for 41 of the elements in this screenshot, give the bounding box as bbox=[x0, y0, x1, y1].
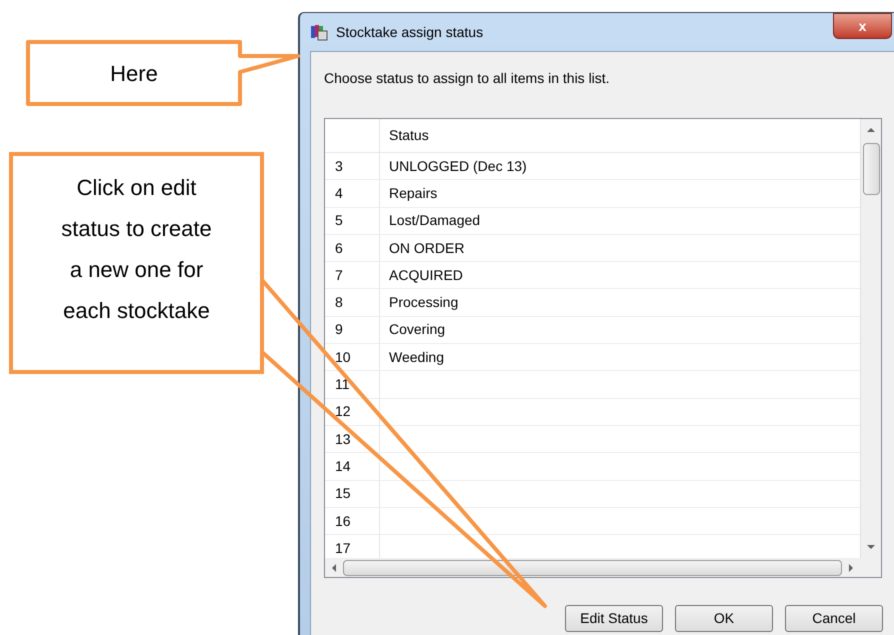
dialog-button[interactable]: Edit Status bbox=[565, 605, 663, 632]
scroll-thumb[interactable] bbox=[862, 143, 880, 195]
status-cell[interactable]: Lost/Damaged bbox=[389, 210, 480, 232]
row-number: 3 bbox=[335, 156, 343, 176]
row-number: 10 bbox=[335, 348, 351, 367]
row-number: 13 bbox=[335, 430, 351, 449]
vertical-scrollbar[interactable] bbox=[860, 119, 881, 558]
down-arrow-icon[interactable] bbox=[867, 544, 875, 550]
right-arrow-icon[interactable] bbox=[848, 564, 854, 572]
row-number: 9 bbox=[335, 320, 343, 340]
row-number: 12 bbox=[335, 402, 351, 422]
callout-text: Click on edit status to create a new one for each stocktake bbox=[60, 174, 213, 325]
row-number: 11 bbox=[335, 375, 350, 394]
row-number: 8 bbox=[335, 293, 343, 312]
prompt-text: Choose status to assign to all items in this list. bbox=[324, 69, 611, 88]
row-number: 14 bbox=[335, 456, 351, 476]
row-number: 5 bbox=[335, 211, 343, 230]
status-cell[interactable]: Repairs bbox=[389, 182, 438, 204]
callout-text: Here bbox=[110, 60, 158, 88]
horizontal-scrollbar[interactable] bbox=[325, 558, 860, 577]
row-number: 4 bbox=[335, 184, 343, 203]
row-number: 6 bbox=[335, 238, 343, 258]
left-arrow-icon[interactable] bbox=[331, 564, 337, 572]
status-cell[interactable]: Covering bbox=[389, 319, 446, 340]
app-icon bbox=[310, 23, 328, 41]
dialog-button[interactable]: OK bbox=[675, 605, 773, 632]
row-number: 15 bbox=[335, 484, 351, 504]
status-cell[interactable]: ON ORDER bbox=[389, 238, 464, 259]
row-number: 7 bbox=[335, 266, 343, 285]
status-cell[interactable]: UNLOGGED (Dec 13) bbox=[389, 156, 527, 177]
up-arrow-icon[interactable] bbox=[867, 127, 875, 133]
status-cell[interactable]: Weeding bbox=[389, 346, 444, 368]
status-cell[interactable]: ACQUIRED bbox=[389, 264, 463, 286]
column-header[interactable]: Status bbox=[380, 119, 860, 152]
close-button[interactable]: x bbox=[833, 13, 892, 39]
scroll-thumb[interactable] bbox=[343, 560, 842, 576]
dialog-button[interactable]: Cancel bbox=[785, 605, 883, 632]
window-title: Stocktake assign status bbox=[336, 22, 484, 42]
row-number: 16 bbox=[335, 512, 351, 530]
row-number: 17 bbox=[335, 538, 351, 558]
status-cell[interactable]: Processing bbox=[389, 292, 458, 314]
